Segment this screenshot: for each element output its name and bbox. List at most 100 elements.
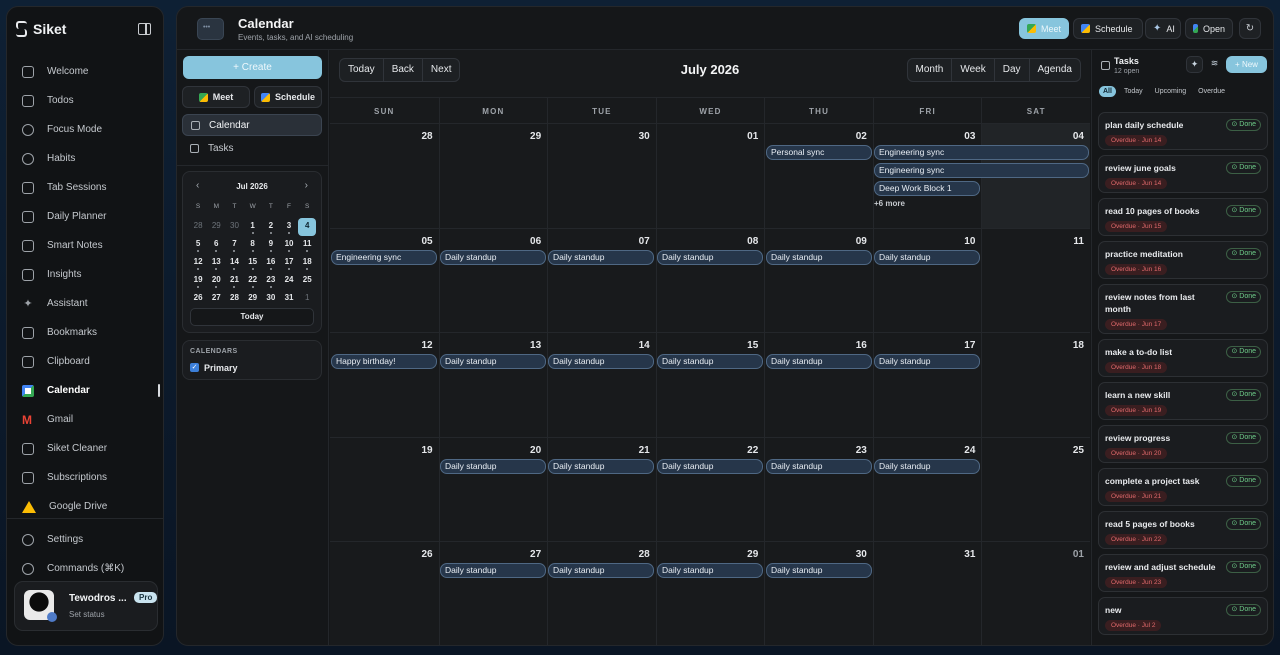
nav-item-habits[interactable]: Habits <box>7 144 163 173</box>
mini-calendar-day[interactable]: 17 <box>280 254 298 272</box>
done-button[interactable]: ⊙ Done <box>1226 518 1261 530</box>
day-cell[interactable]: 20 <box>438 437 548 541</box>
mini-calendar-day[interactable]: 30 <box>262 290 280 308</box>
mini-calendar-today-button[interactable]: Today <box>190 308 314 326</box>
done-button[interactable]: ⊙ Done <box>1226 248 1261 260</box>
done-button[interactable]: ⊙ Done <box>1226 162 1261 174</box>
day-cell[interactable]: 28 <box>330 124 439 228</box>
mini-calendar-day[interactable]: 1 <box>244 218 262 236</box>
view-month-button[interactable]: Month <box>908 59 953 81</box>
event-daily-standup[interactable]: Daily standup <box>766 249 872 265</box>
event-daily-standup[interactable]: Daily standup <box>440 249 546 265</box>
meet-header-button[interactable]: Meet <box>1019 18 1069 39</box>
done-button[interactable]: ⊙ Done <box>1226 475 1261 487</box>
side-link-tasks[interactable]: Tasks <box>182 137 322 159</box>
set-status-link[interactable]: Set status <box>69 610 105 619</box>
day-cell[interactable]: 05 <box>330 229 439 333</box>
mini-calendar-day[interactable]: 28 <box>189 218 207 236</box>
mini-calendar-day[interactable]: 25 <box>298 272 316 290</box>
layers-button[interactable]: ≋ <box>1206 56 1223 73</box>
filter-overdue[interactable]: Overdue <box>1194 86 1229 97</box>
task-item[interactable]: complete a project task Overdue · Jun 21 ⊙… <box>1098 468 1268 506</box>
event-daily-standup[interactable]: Daily standup <box>440 458 546 474</box>
event-happy-birthday[interactable]: Happy birthday! <box>331 354 437 369</box>
day-cell[interactable]: 30 <box>547 124 656 228</box>
day-cell[interactable]: 22 <box>655 437 765 541</box>
day-cell[interactable]: 28 <box>547 542 656 645</box>
more-events-link[interactable]: +6 more <box>874 199 905 208</box>
nav-item-smart-notes[interactable]: Smart Notes <box>7 231 163 260</box>
day-cell[interactable]: 09 <box>764 228 873 332</box>
event-daily-standup[interactable]: Daily standup <box>874 458 980 474</box>
task-item[interactable]: review june goals Overdue · Jun 14 ⊙ Done <box>1098 155 1268 193</box>
mini-calendar-day[interactable]: 7 <box>225 236 243 254</box>
sidebar-toggle-icon[interactable] <box>138 23 151 35</box>
mini-calendar-day[interactable]: 3 <box>280 218 298 236</box>
day-cell[interactable]: 02 <box>764 124 873 228</box>
nav-item-commands[interactable]: Commands (⌘K) <box>7 554 163 583</box>
mini-calendar-day[interactable]: 27 <box>207 290 225 308</box>
mini-calendar-day[interactable]: 13 <box>207 254 225 272</box>
day-cell[interactable]: 23 <box>764 437 873 541</box>
primary-checkbox[interactable]: ✓ <box>190 363 199 372</box>
day-cell[interactable]: 12 <box>330 333 439 437</box>
mini-calendar-day[interactable]: 11 <box>298 236 316 254</box>
event-daily-standup[interactable]: Daily standup <box>766 563 872 578</box>
mini-calendar-day[interactable]: 15 <box>244 254 262 272</box>
mini-calendar-day[interactable]: 29 <box>244 290 262 308</box>
ai-header-button[interactable]: ✦ AI <box>1145 18 1181 39</box>
mini-calendar-day[interactable]: 2 <box>262 218 280 236</box>
day-cell[interactable]: 01 <box>655 124 765 228</box>
mini-calendar-day[interactable]: 20 <box>207 272 225 290</box>
done-button[interactable]: ⊙ Done <box>1226 291 1261 303</box>
mini-calendar-day[interactable]: 23 <box>262 272 280 290</box>
event-daily-standup[interactable]: Daily standup <box>548 458 654 474</box>
nav-item-subscriptions[interactable]: Subscriptions <box>7 463 163 492</box>
event-deep-work[interactable]: Deep Work Block 1 <box>874 181 980 196</box>
nav-item-tab-sessions[interactable]: Tab Sessions <box>7 173 163 202</box>
event-daily-standup[interactable]: Daily standup <box>440 563 546 578</box>
day-cell[interactable]: 18 <box>981 333 1090 437</box>
day-cell[interactable]: 29 <box>438 124 548 228</box>
event-daily-standup[interactable]: Daily standup <box>766 354 872 369</box>
task-item[interactable]: make a to-do list Overdue · Jun 18 ⊙ Done <box>1098 339 1268 377</box>
nav-item-welcome[interactable]: Welcome <box>7 57 163 86</box>
mini-calendar-day[interactable]: 31 <box>280 290 298 308</box>
task-item[interactable]: learn a new skill Overdue · Jun 19 ⊙ Done <box>1098 382 1268 420</box>
task-item[interactable]: new Overdue · Jul 2 ⊙ Done <box>1098 597 1268 635</box>
day-cell[interactable]: 01 <box>981 542 1090 645</box>
mini-calendar-day[interactable]: 8 <box>244 236 262 254</box>
mini-calendar-day[interactable]: 24 <box>280 272 298 290</box>
day-cell[interactable]: 11 <box>981 228 1090 332</box>
mini-calendar-day[interactable]: 30 <box>225 218 243 236</box>
day-cell[interactable]: 27 <box>438 542 548 645</box>
mini-calendar-day[interactable]: 19 <box>189 272 207 290</box>
chevron-right-icon[interactable]: › <box>305 180 308 191</box>
task-item[interactable]: read 5 pages of books Overdue · Jun 22 ⊙ D… <box>1098 511 1268 549</box>
mini-calendar-day[interactable]: 5 <box>189 236 207 254</box>
day-cell[interactable]: 10 <box>872 228 982 332</box>
task-item[interactable]: practice meditation Overdue · Jun 16 ⊙ Don… <box>1098 241 1268 279</box>
event-daily-standup[interactable]: Daily standup <box>657 249 763 265</box>
mini-calendar-day[interactable]: 1 <box>298 290 316 308</box>
day-cell[interactable]: 19 <box>330 438 439 542</box>
mini-calendar-day[interactable]: 18 <box>298 254 316 272</box>
mini-calendar-day[interactable]: 16 <box>262 254 280 272</box>
nav-item-settings[interactable]: Settings <box>7 525 163 554</box>
mini-calendar-day-selected[interactable]: 4 <box>298 218 317 236</box>
event-daily-standup[interactable]: Daily standup <box>874 249 980 265</box>
event-daily-standup[interactable]: Daily standup <box>548 563 654 578</box>
view-day-button[interactable]: Day <box>995 59 1030 81</box>
task-item[interactable]: read 10 pages of books Overdue · Jun 15 ⊙ … <box>1098 198 1268 236</box>
task-item[interactable]: review notes from last month Overdue · Ju… <box>1098 284 1268 334</box>
event-daily-standup[interactable]: Daily standup <box>657 563 763 578</box>
event-daily-standup[interactable]: Daily standup <box>440 354 546 369</box>
filter-today[interactable]: Today <box>1120 86 1147 97</box>
nav-item-daily-planner[interactable]: Daily Planner <box>7 202 163 231</box>
mini-calendar-day[interactable]: 21 <box>225 272 243 290</box>
nav-item-todos[interactable]: Todos <box>7 86 163 115</box>
nav-item-gmail[interactable]: Gmail <box>7 405 163 434</box>
event-personal-sync[interactable]: Personal sync <box>766 145 872 160</box>
nav-item-insights[interactable]: Insights <box>7 260 163 289</box>
day-cell[interactable]: 21 <box>547 437 656 541</box>
